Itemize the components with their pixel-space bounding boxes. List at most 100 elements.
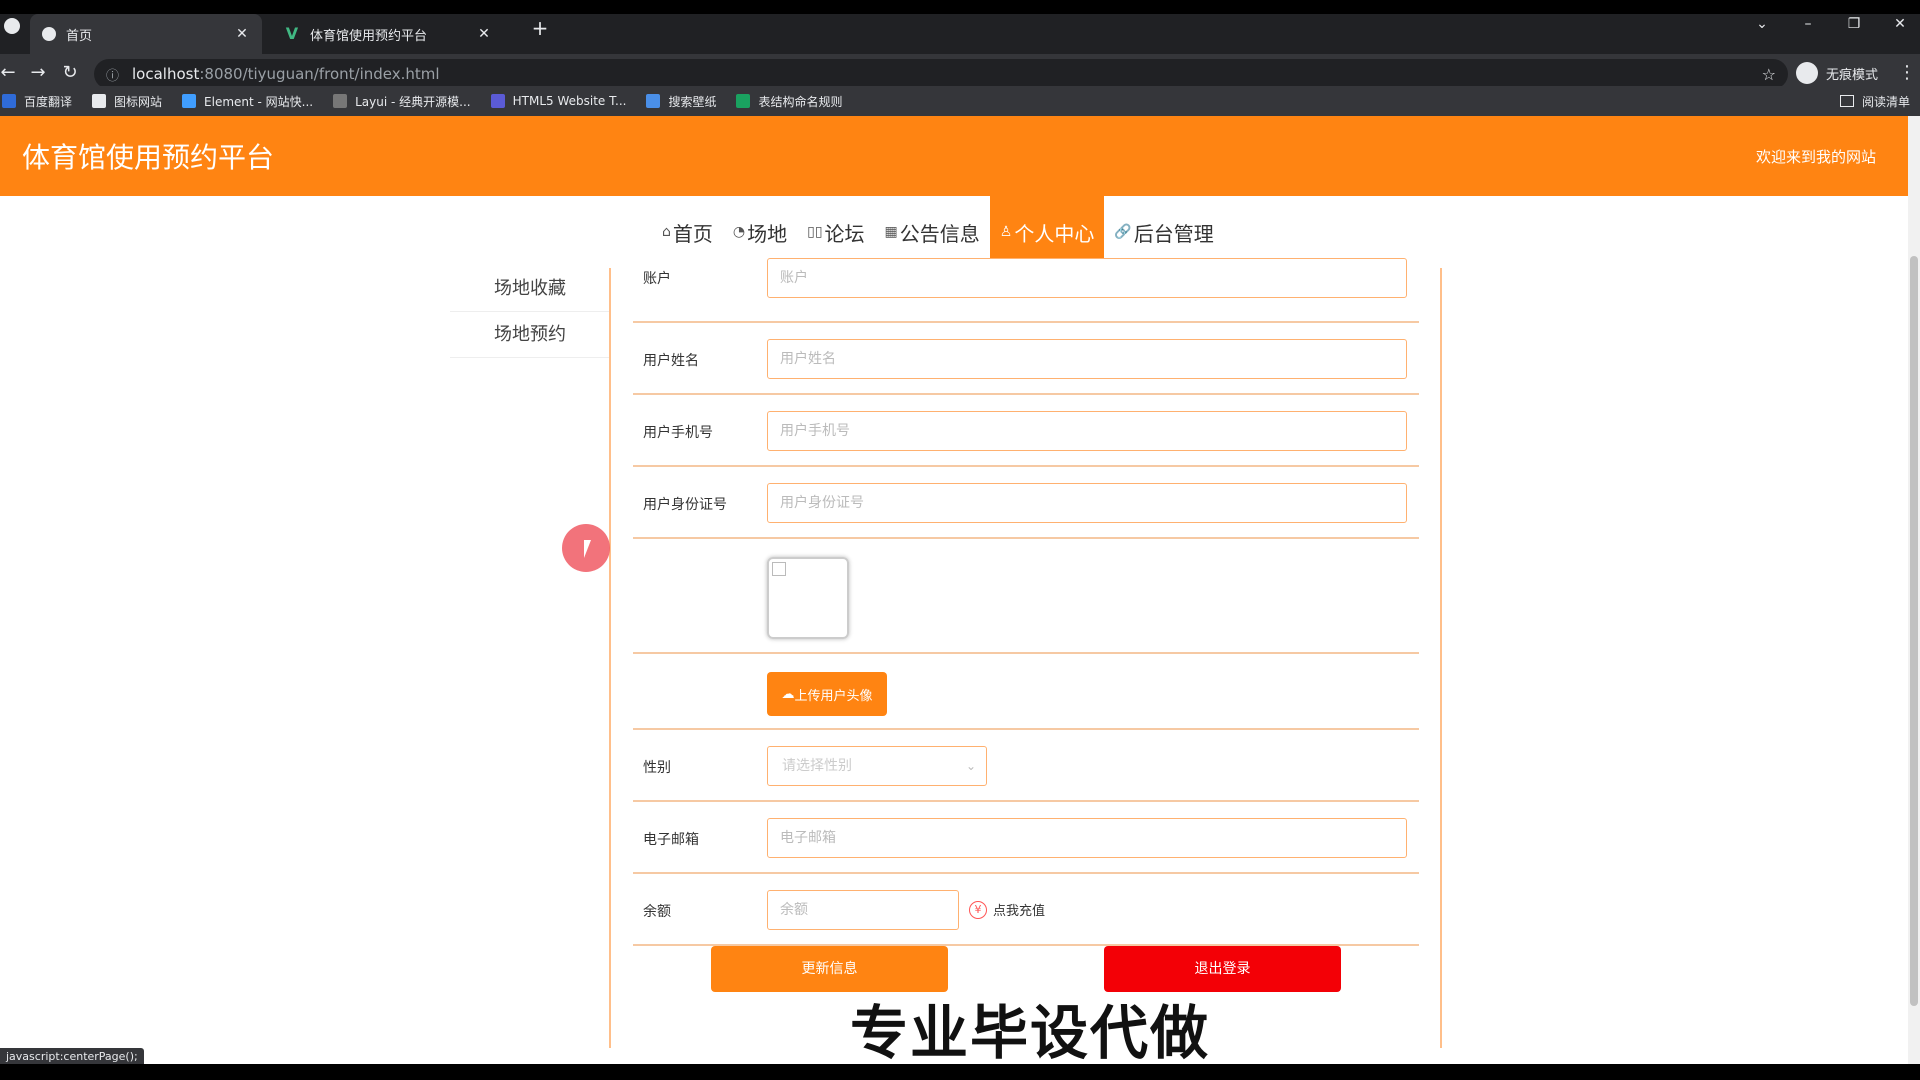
bottom-letterbox bbox=[0, 1064, 1920, 1080]
close-icon[interactable]: ✕ bbox=[476, 26, 492, 42]
cloud-upload-icon: ☁ bbox=[781, 686, 795, 702]
gender-select[interactable]: 请选择性别 ⌄ bbox=[767, 746, 987, 786]
tab-search-icon[interactable]: ⌄ bbox=[1752, 16, 1772, 32]
page-scrollbar[interactable] bbox=[1908, 116, 1920, 1064]
flag-icon bbox=[92, 94, 107, 108]
back-icon[interactable]: ← bbox=[0, 62, 20, 83]
field-label: 用户手机号 bbox=[643, 425, 713, 441]
bookmark-item[interactable]: 表结构命名规则 bbox=[736, 93, 842, 110]
browser-menu-icon[interactable]: ⋮ bbox=[1898, 62, 1916, 83]
bookmark-item[interactable]: 百度翻译 bbox=[2, 93, 72, 110]
bookmark-item[interactable]: Layui - 经典开源模... bbox=[333, 93, 471, 110]
bookmark-label: Element - 网站快... bbox=[204, 94, 314, 109]
field-label: 余额 bbox=[643, 904, 671, 920]
incognito-icon bbox=[1796, 62, 1818, 84]
sheet-icon bbox=[736, 94, 751, 108]
scrollbar-thumb[interactable] bbox=[1910, 256, 1918, 1006]
reading-list-icon bbox=[1839, 95, 1854, 107]
chevron-down-icon: ⌄ bbox=[965, 759, 976, 773]
bookmarks-bar: 百度翻译 图标网站 Element - 网站快... Layui - 经典开源模… bbox=[0, 86, 1920, 116]
account-input[interactable]: 账户 bbox=[767, 258, 1407, 298]
forum-icon: ▯▯ bbox=[807, 224, 823, 240]
field-label: 电子邮箱 bbox=[643, 832, 699, 848]
name-input[interactable]: 用户姓名 bbox=[767, 339, 1407, 379]
home-icon: ⌂ bbox=[662, 224, 671, 240]
row-avatar bbox=[633, 539, 1419, 654]
user-icon: ♙ bbox=[999, 224, 1013, 240]
address-bar[interactable]: ⓘ localhost:8080/tiyuguan/front/index.ht… bbox=[94, 59, 1788, 89]
bookmark-item[interactable]: Element - 网站快... bbox=[182, 93, 313, 110]
url-host: localhost bbox=[132, 65, 200, 83]
forward-icon[interactable]: → bbox=[26, 62, 50, 83]
email-input[interactable]: 电子邮箱 bbox=[767, 818, 1407, 858]
tab-title: 首页 bbox=[66, 28, 93, 44]
gender-placeholder: 请选择性别 bbox=[782, 758, 852, 774]
browser-window: 首页 ✕ V 体育馆使用预约平台 ✕ + ⌄ – ❐ ✕ ← → ↻ ⓘ loc… bbox=[0, 0, 1920, 1080]
row-name: 用户姓名 用户姓名 bbox=[633, 323, 1419, 395]
html5-icon bbox=[490, 94, 505, 108]
broken-image-icon bbox=[772, 562, 786, 576]
url-text: localhost:8080/tiyuguan/front/index.html bbox=[132, 65, 440, 83]
row-upload: ☁ 上传用户头像 bbox=[633, 654, 1419, 730]
profile-form: 账户 账户 用户姓名 用户姓名 用户手机号 用户手机号 用户身份证号 用户身份证… bbox=[609, 258, 1442, 1048]
tab-title: 体育馆使用预约平台 bbox=[310, 28, 428, 44]
vue-icon: V bbox=[285, 24, 299, 43]
top-letterbox bbox=[0, 0, 1920, 14]
restore-icon[interactable]: ❐ bbox=[1844, 16, 1864, 32]
baidu-icon bbox=[2, 94, 16, 108]
dashboard-icon: ◔ bbox=[732, 224, 746, 240]
sidebar-item-favorites[interactable]: 场地收藏 bbox=[450, 266, 610, 312]
bookmark-label: HTML5 Website T... bbox=[512, 94, 627, 108]
nav-label: 首页 bbox=[672, 221, 713, 246]
reading-list-label: 阅读清单 bbox=[1861, 94, 1910, 109]
element-icon bbox=[182, 94, 197, 108]
phone-input[interactable]: 用户手机号 bbox=[767, 411, 1407, 451]
window-close-icon[interactable]: ✕ bbox=[1890, 16, 1910, 32]
upload-label: 上传用户头像 bbox=[794, 688, 873, 704]
bookmark-item[interactable]: HTML5 Website T... bbox=[490, 94, 627, 108]
nav-label: 个人中心 bbox=[1014, 221, 1095, 246]
welcome-text: 欢迎来到我的网站 bbox=[1755, 148, 1876, 166]
balance-input[interactable]: 余额 bbox=[767, 890, 959, 930]
idcard-input[interactable]: 用户身份证号 bbox=[767, 483, 1407, 523]
field-label: 用户身份证号 bbox=[643, 497, 727, 513]
notice-icon: ▦ bbox=[884, 224, 898, 240]
field-label: 性别 bbox=[643, 760, 671, 776]
nav-label: 论坛 bbox=[824, 221, 865, 246]
tab-platform[interactable]: V 体育馆使用预约平台 ✕ bbox=[272, 14, 504, 54]
bookmark-item[interactable]: 搜索壁纸 bbox=[646, 93, 716, 110]
recharge-link[interactable]: ¥ 点我充值 bbox=[969, 900, 1045, 919]
nav-label: 公告信息 bbox=[899, 221, 980, 246]
row-phone: 用户手机号 用户手机号 bbox=[633, 395, 1419, 467]
row-account: 账户 账户 bbox=[633, 258, 1419, 323]
tab-home[interactable]: 首页 ✕ bbox=[30, 14, 262, 54]
incognito-badge[interactable]: 无痕模式 bbox=[1796, 62, 1878, 84]
overlay-caption: 专业毕设代做 bbox=[850, 999, 1211, 1064]
nav-label: 后台管理 bbox=[1133, 221, 1214, 246]
avatar-preview bbox=[767, 557, 849, 639]
bookmark-star-icon[interactable]: ☆ bbox=[1762, 65, 1776, 84]
sidebar: 场地收藏 场地预约 bbox=[450, 266, 610, 358]
field-label: 用户姓名 bbox=[643, 353, 699, 369]
close-icon[interactable]: ✕ bbox=[234, 26, 250, 42]
reading-list[interactable]: 阅读清单 bbox=[1839, 86, 1910, 116]
info-icon[interactable]: ⓘ bbox=[106, 65, 122, 84]
yen-icon: ¥ bbox=[969, 900, 987, 919]
site-header: 体育馆使用预约平台 欢迎来到我的网站 bbox=[0, 116, 1908, 196]
wallpaper-icon bbox=[646, 94, 661, 108]
new-tab-button[interactable]: + bbox=[528, 16, 552, 40]
layui-icon bbox=[333, 94, 348, 108]
upload-avatar-button[interactable]: ☁ 上传用户头像 bbox=[767, 672, 887, 716]
minimize-icon[interactable]: – bbox=[1798, 16, 1818, 32]
row-gender: 性别 请选择性别 ⌄ bbox=[633, 730, 1419, 802]
bookmark-label: 图标网站 bbox=[114, 94, 163, 109]
bookmark-item[interactable]: 图标网站 bbox=[92, 93, 162, 110]
bookmark-label: Layui - 经典开源模... bbox=[355, 94, 471, 109]
site-title: 体育馆使用预约平台 bbox=[22, 141, 275, 174]
row-balance: 余额 余额 ¥ 点我充值 bbox=[633, 874, 1419, 946]
bookmark-label: 搜索壁纸 bbox=[668, 94, 717, 109]
sidebar-item-bookings[interactable]: 场地预约 bbox=[450, 312, 610, 358]
incognito-label: 无痕模式 bbox=[1826, 67, 1879, 83]
reload-icon[interactable]: ↻ bbox=[58, 62, 82, 83]
globe-icon bbox=[42, 27, 56, 41]
